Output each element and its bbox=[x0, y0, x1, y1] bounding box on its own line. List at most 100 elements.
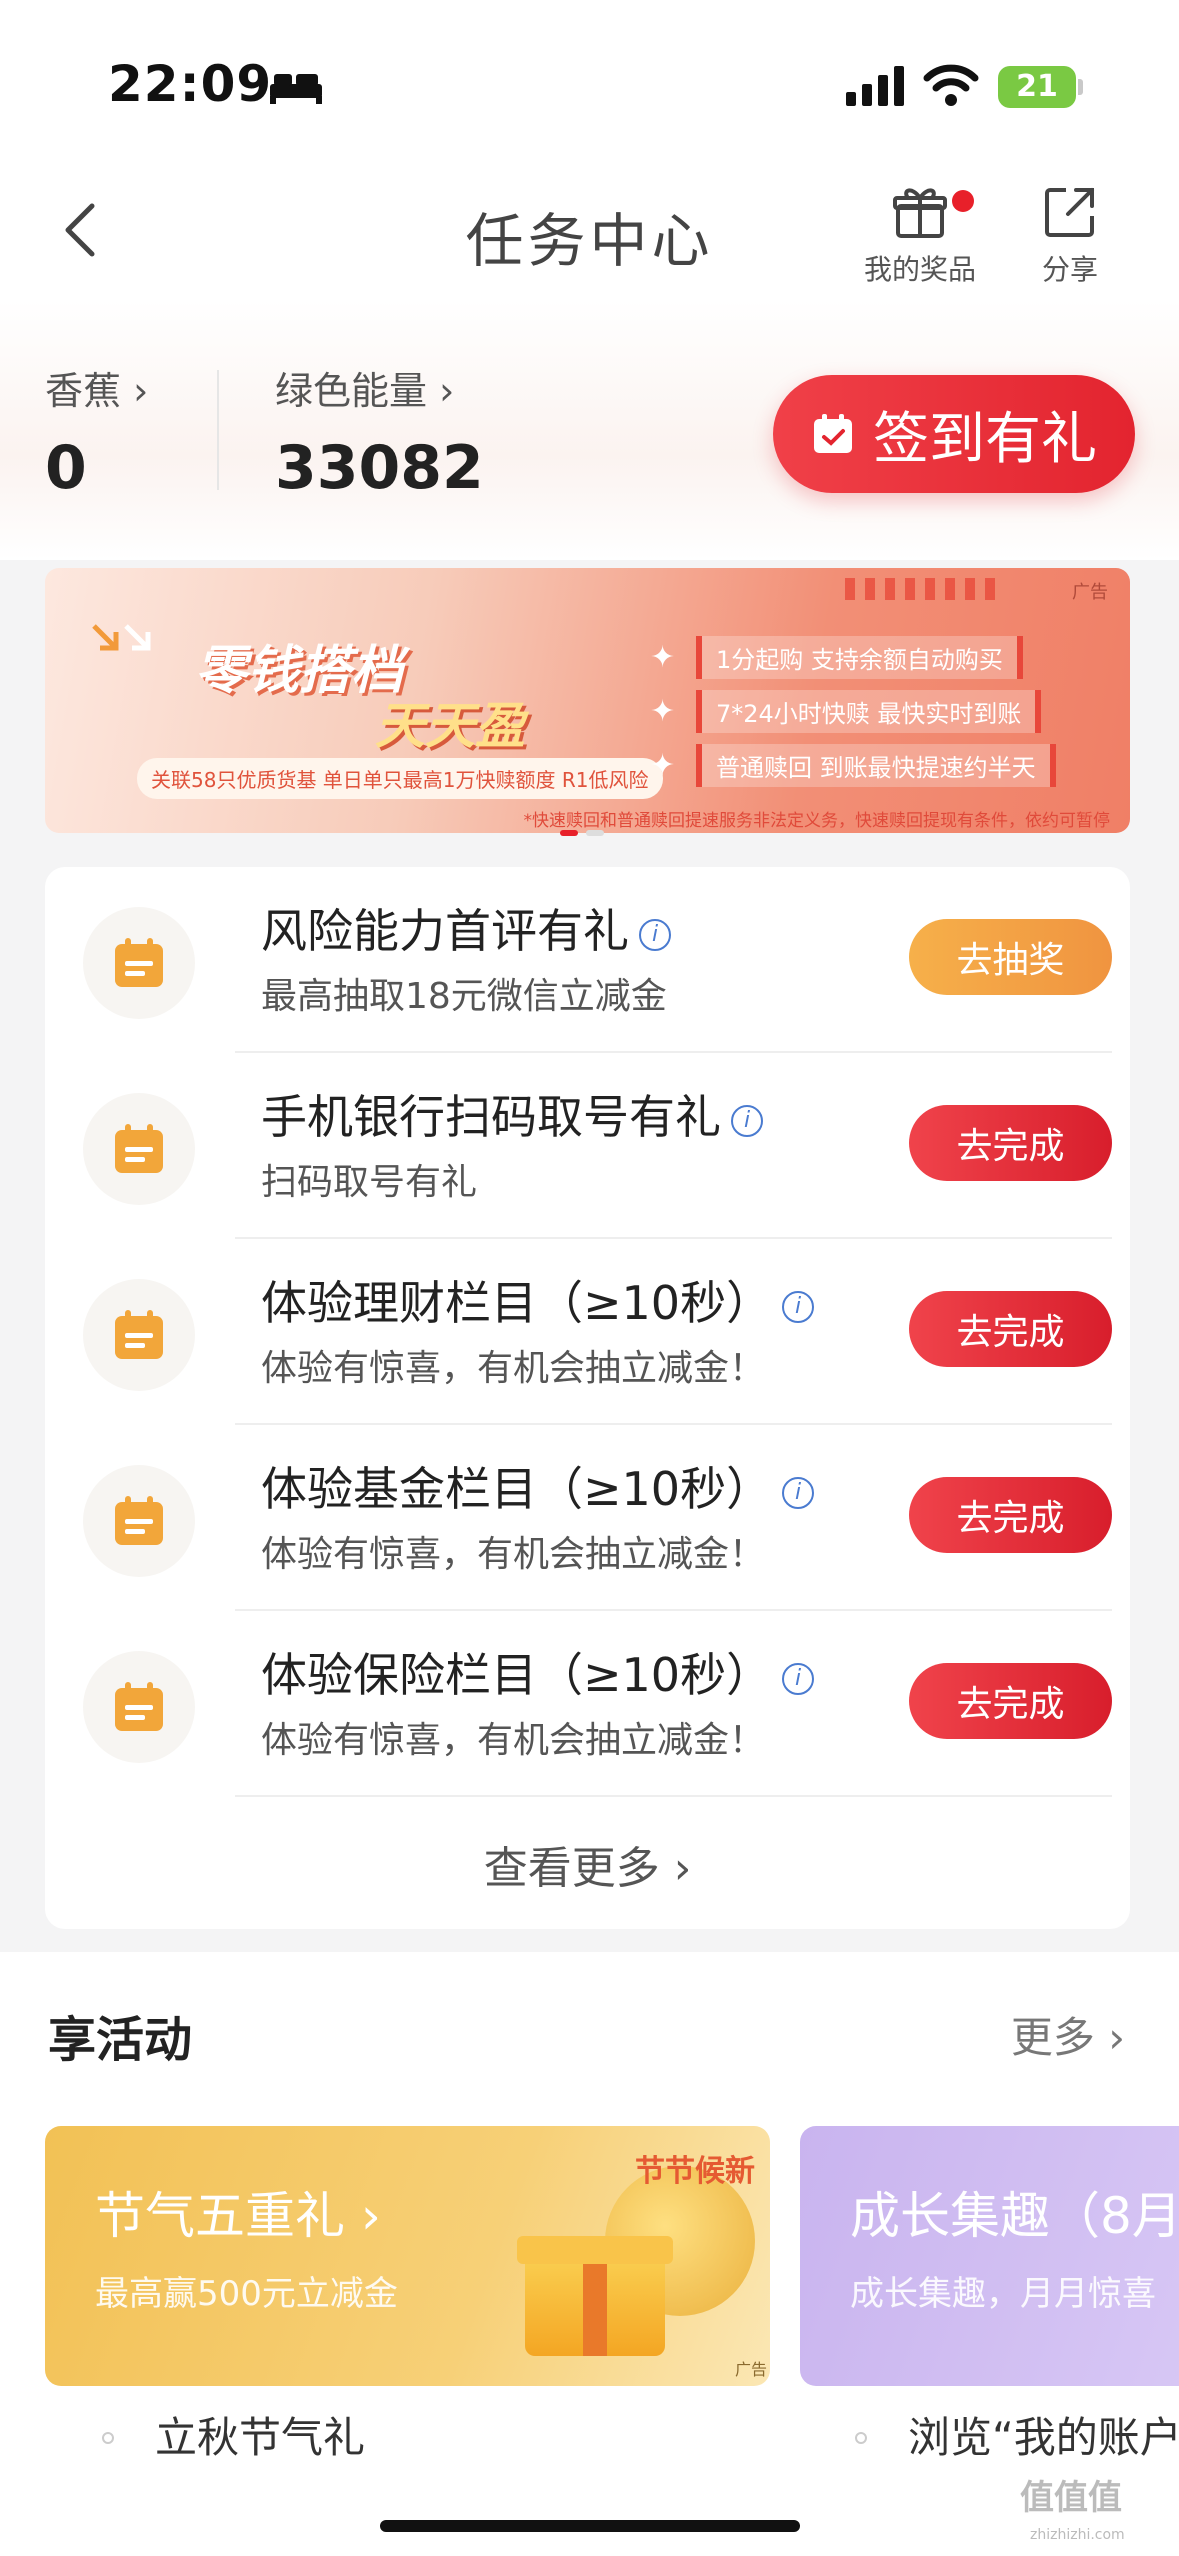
arrow-down-right-icon bbox=[92, 624, 151, 651]
cellular-signal-icon bbox=[846, 66, 904, 106]
activity-item[interactable]: 立秋节气礼 bbox=[155, 2404, 365, 2465]
task-icon bbox=[83, 1651, 195, 1763]
section-title: 享活动 bbox=[48, 2012, 193, 2068]
ad-checker-decoration bbox=[845, 578, 1005, 600]
task-desc: 体验有惊喜，有机会抽立减金！ bbox=[261, 1720, 766, 1761]
task-desc: 体验有惊喜，有机会抽立减金！ bbox=[261, 1534, 766, 1575]
task-icon bbox=[83, 1093, 195, 1205]
see-more-link[interactable]: 查看更多 › bbox=[45, 1832, 1130, 1896]
more-link[interactable]: 更多 › bbox=[1011, 2004, 1125, 2065]
nav-bar: 任务中心 我的奖品 分享 bbox=[0, 160, 1179, 300]
sparkle-icon: ✦ bbox=[650, 639, 676, 675]
task-title: 手机银行扫码取号有礼 i bbox=[261, 1081, 763, 1147]
info-icon[interactable]: i bbox=[782, 1662, 815, 1695]
task-icon bbox=[83, 1465, 195, 1577]
ad-headline: 零钱搭档 bbox=[195, 641, 404, 701]
activity-badge: 节节候新 bbox=[635, 2154, 755, 2189]
ad-tag: 广告 bbox=[735, 2360, 768, 2379]
task-desc: 体验有惊喜，有机会抽立减金！ bbox=[261, 1348, 766, 1389]
task-title: 体验保险栏目（≥10秒） i bbox=[261, 1639, 815, 1705]
ad-banner[interactable]: 广告 零钱搭档 天天盈 关联58只优质货基 单日单只最高1万快赎额度 R1低风险… bbox=[45, 568, 1130, 833]
task-action-button[interactable]: 去完成 bbox=[909, 1663, 1112, 1739]
ad-headline-2: 天天盈 bbox=[375, 697, 525, 755]
share-label: 分享 bbox=[1041, 253, 1098, 286]
task-list-card: 风险能力首评有礼 i 最高抽取18元微信立减金 去抽奖 手机银行扫码取号有礼 i 扫… bbox=[45, 867, 1130, 1929]
sleep-mode-icon bbox=[270, 74, 322, 104]
timeline-dot bbox=[855, 2432, 867, 2444]
task-title: 风险能力首评有礼 i bbox=[261, 895, 671, 961]
ad-feature: ✦ 7*24小时快赎 最快实时到账 bbox=[650, 689, 1056, 733]
ad-feature: ✦ 普通赎回 到账最快提速约半天 bbox=[650, 743, 1056, 787]
green-energy-value: 33082 bbox=[275, 433, 484, 503]
page-title: 任务中心 bbox=[465, 207, 714, 275]
carousel-dots bbox=[560, 830, 604, 836]
status-bar: 22:09 21 bbox=[0, 0, 1179, 160]
task-title-text: 手机银行扫码取号有礼 bbox=[261, 1090, 721, 1144]
carousel-dot-active bbox=[560, 830, 578, 836]
ad-feature: ✦ 1分起购 支持余额自动购买 bbox=[650, 635, 1056, 679]
info-icon[interactable]: i bbox=[731, 1104, 763, 1137]
stat-divider bbox=[217, 370, 219, 490]
task-row: 手机银行扫码取号有礼 i 扫码取号有礼 去完成 bbox=[45, 1053, 1130, 1239]
ad-footnote: *快速赎回和普通赎回提速服务非法定义务，快速赎回提现有条件，依约可暂停 bbox=[523, 811, 1111, 831]
task-title: 体验基金栏目（≥10秒） i bbox=[261, 1453, 815, 1519]
gift-box-decoration bbox=[517, 2236, 673, 2356]
banana-value: 0 bbox=[45, 433, 87, 503]
activities-section: 享活动 更多 › 节气五重礼 › 最高赢500元立减金 节节候新 广告 成长集趣… bbox=[0, 1952, 1179, 2556]
timeline-dot bbox=[102, 2432, 114, 2444]
checkin-label: 签到有礼 bbox=[873, 406, 1097, 472]
battery-tip bbox=[1078, 79, 1083, 95]
banana-label: 香蕉 › bbox=[45, 369, 149, 413]
activity-card-subtitle: 最高赢500元立减金 bbox=[95, 2274, 398, 2314]
checkin-button[interactable]: 签到有礼 bbox=[773, 375, 1135, 493]
calendar-icon bbox=[115, 1124, 163, 1173]
ad-feature-text: 普通赎回 到账最快提速约半天 bbox=[696, 743, 1056, 787]
task-icon bbox=[83, 907, 195, 1019]
info-icon[interactable]: i bbox=[782, 1476, 815, 1509]
task-row: 体验理财栏目（≥10秒） i 体验有惊喜，有机会抽立减金！ 去完成 bbox=[45, 1239, 1130, 1425]
task-action-button[interactable]: 去完成 bbox=[909, 1291, 1112, 1367]
activity-card-title: 成长集趣（8月 bbox=[850, 2187, 1179, 2245]
calendar-check-icon bbox=[814, 414, 852, 453]
notification-dot bbox=[952, 190, 974, 212]
watermark-url: zhizhizhi.com bbox=[1030, 2527, 1125, 2543]
task-row: 风险能力首评有礼 i 最高抽取18元微信立减金 去抽奖 bbox=[45, 867, 1130, 1053]
share-icon bbox=[1045, 188, 1094, 237]
calendar-icon bbox=[115, 1310, 163, 1359]
gift-icon bbox=[893, 188, 947, 238]
info-icon[interactable]: i bbox=[639, 918, 671, 951]
info-icon[interactable]: i bbox=[782, 1290, 815, 1323]
my-prizes-label: 我的奖品 bbox=[863, 253, 976, 286]
calendar-icon bbox=[115, 938, 163, 987]
green-energy-stat[interactable]: 绿色能量 › 33082 bbox=[275, 360, 484, 503]
activity-card-subtitle: 成长集趣，月月惊喜 bbox=[850, 2274, 1156, 2314]
calendar-icon bbox=[115, 1496, 163, 1545]
activity-item[interactable]: 浏览“我的账户 bbox=[908, 2404, 1179, 2465]
task-row: 体验基金栏目（≥10秒） i 体验有惊喜，有机会抽立减金！ 去完成 bbox=[45, 1425, 1130, 1611]
ad-subtitle: 关联58只优质货基 单日单只最高1万快赎额度 R1低风险 bbox=[137, 758, 663, 799]
task-desc: 扫码取号有礼 bbox=[261, 1162, 478, 1203]
activity-card[interactable]: 成长集趣（8月 成长集趣，月月惊喜 bbox=[800, 2126, 1179, 2386]
ad-feature-text: 7*24小时快赎 最快实时到账 bbox=[696, 689, 1042, 733]
task-title-text: 风险能力首评有礼 bbox=[261, 904, 629, 958]
task-title: 体验理财栏目（≥10秒） i bbox=[261, 1267, 815, 1333]
task-row: 体验保险栏目（≥10秒） i 体验有惊喜，有机会抽立减金！ 去完成 bbox=[45, 1611, 1130, 1797]
task-action-button[interactable]: 去完成 bbox=[909, 1477, 1112, 1553]
ad-tag: 广告 bbox=[1072, 582, 1108, 603]
battery-indicator: 21 bbox=[998, 66, 1076, 108]
status-time: 22:09 bbox=[108, 55, 273, 113]
share-button[interactable]: 分享 bbox=[1020, 184, 1120, 288]
green-energy-label: 绿色能量 › bbox=[275, 369, 455, 413]
task-action-button[interactable]: 去抽奖 bbox=[909, 919, 1112, 995]
wifi-icon bbox=[923, 64, 979, 106]
task-action-button[interactable]: 去完成 bbox=[909, 1105, 1112, 1181]
watermark: 值值值 bbox=[1020, 2478, 1122, 2518]
task-title-text: 体验理财栏目（≥10秒） bbox=[261, 1276, 773, 1330]
sparkle-icon: ✦ bbox=[650, 747, 676, 783]
task-title-text: 体验保险栏目（≥10秒） bbox=[261, 1648, 773, 1702]
home-indicator[interactable] bbox=[380, 2520, 800, 2532]
ad-features: ✦ 1分起购 支持余额自动购买 ✦ 7*24小时快赎 最快实时到账 ✦ 普通赎回… bbox=[650, 635, 1056, 798]
activity-card[interactable]: 节气五重礼 › 最高赢500元立减金 节节候新 广告 bbox=[45, 2126, 770, 2386]
task-icon bbox=[83, 1279, 195, 1391]
banana-stat[interactable]: 香蕉 › 0 bbox=[45, 360, 148, 503]
